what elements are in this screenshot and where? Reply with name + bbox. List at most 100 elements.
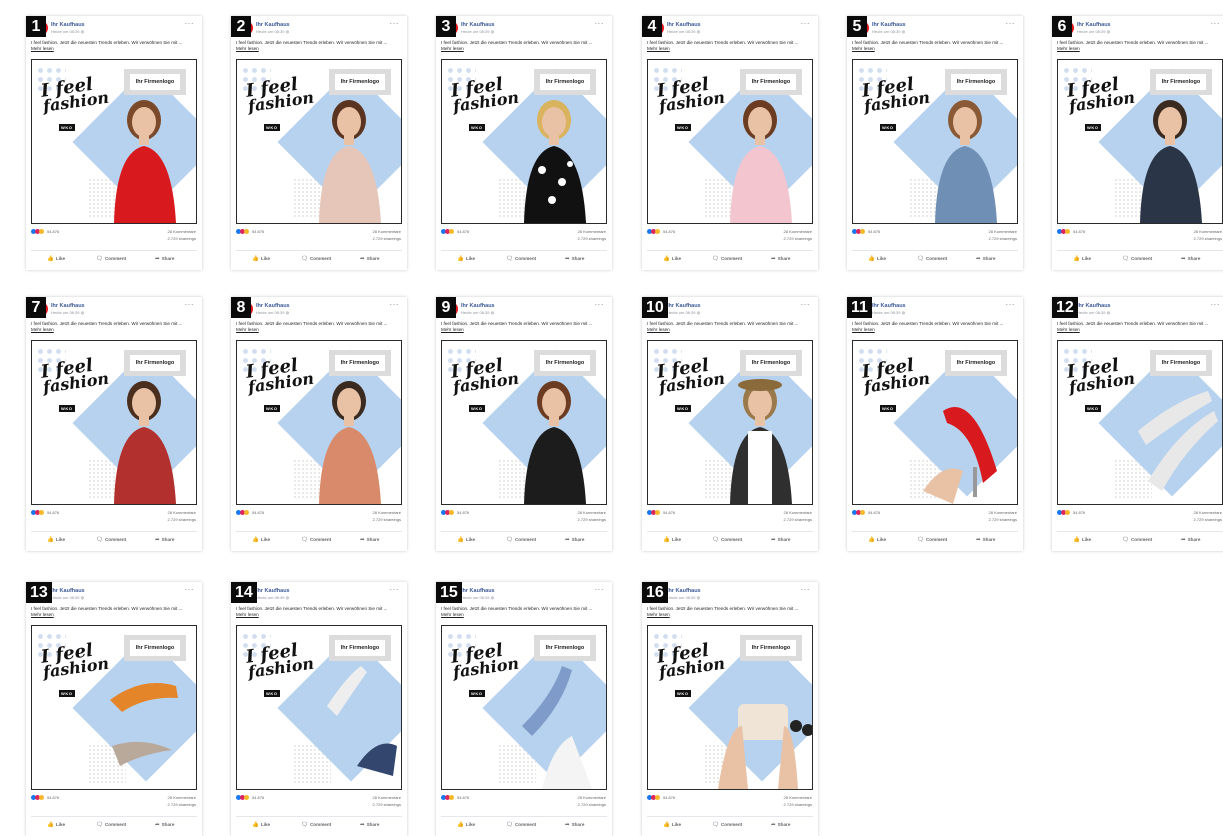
page-name-link[interactable]: Ihr Kaufhaus <box>461 22 495 28</box>
ad-image[interactable]: I feel fashion WKO Ihr Firmenlogo <box>31 625 197 790</box>
more-options-icon[interactable]: ··· <box>185 19 195 28</box>
ad-card[interactable]: 3 Ihr Kaufhaus Heute um 08:39 ◍ ··· I fe… <box>436 16 612 270</box>
shares-count[interactable]: 2.729 shareings <box>578 517 606 522</box>
more-options-icon[interactable]: ··· <box>801 19 811 28</box>
read-more-link[interactable]: Mehr lesen <box>236 327 259 332</box>
post-timestamp[interactable]: Heute um 08:39 ◍ <box>461 29 494 34</box>
ad-card[interactable]: 10 Ihr Kaufhaus Heute um 08:39 ◍ ··· I f… <box>642 297 818 551</box>
page-name-link[interactable]: Ihr Kaufhaus <box>872 22 906 28</box>
ad-image[interactable]: I feel fashion WKO Ihr Firmenlogo <box>1057 340 1223 505</box>
read-more-link[interactable]: Mehr lesen <box>852 46 875 51</box>
comments-count[interactable]: 28 Kommentare <box>578 795 606 800</box>
comment-button[interactable]: 🗨 Comment <box>1122 537 1152 543</box>
comment-button[interactable]: 🗨 Comment <box>301 256 331 262</box>
post-timestamp[interactable]: Heute um 08:39 ◍ <box>256 310 289 315</box>
ad-card[interactable]: 7 Ihr Kaufhaus Heute um 08:39 ◍ ··· I fe… <box>26 297 202 551</box>
like-button[interactable]: 👍 Like <box>252 537 270 543</box>
more-options-icon[interactable]: ··· <box>595 19 605 28</box>
read-more-link[interactable]: Mehr lesen <box>31 612 54 617</box>
like-button[interactable]: 👍 Like <box>47 537 65 543</box>
post-timestamp[interactable]: Heute um 08:39 ◍ <box>256 595 289 600</box>
comments-count[interactable]: 28 Kommentare <box>989 510 1017 515</box>
shares-count[interactable]: 2.729 shareings <box>168 802 196 807</box>
ad-card[interactable]: 6 Ihr Kaufhaus Heute um 08:39 ◍ ··· I fe… <box>1052 16 1223 270</box>
reactions-summary[interactable]: 54.876 <box>31 510 59 515</box>
more-options-icon[interactable]: ··· <box>390 585 400 594</box>
comments-count[interactable]: 28 Kommentare <box>168 795 196 800</box>
post-timestamp[interactable]: Heute um 08:39 ◍ <box>872 310 905 315</box>
page-name-link[interactable]: Ihr Kaufhaus <box>256 303 290 309</box>
post-timestamp[interactable]: Heute um 08:39 ◍ <box>667 29 700 34</box>
ad-image[interactable]: I feel fashion WKO Ihr Firmenlogo <box>852 59 1018 224</box>
read-more-link[interactable]: Mehr lesen <box>647 46 670 51</box>
comments-count[interactable]: 28 Kommentare <box>1194 229 1222 234</box>
share-button[interactable]: ➦ Share <box>976 537 995 543</box>
ad-image[interactable]: I feel fashion WKO Ihr Firmenlogo <box>441 625 607 790</box>
shares-count[interactable]: 2.729 shareings <box>1194 236 1222 241</box>
ad-card[interactable]: 5 Ihr Kaufhaus Heute um 08:39 ◍ ··· I fe… <box>847 16 1023 270</box>
like-button[interactable]: 👍 Like <box>457 822 475 828</box>
comment-button[interactable]: 🗨 Comment <box>96 537 126 543</box>
like-button[interactable]: 👍 Like <box>47 822 65 828</box>
ad-image[interactable]: I feel fashion WKO Ihr Firmenlogo <box>1057 59 1223 224</box>
ad-image[interactable]: I feel fashion WKO Ihr Firmenlogo <box>236 340 402 505</box>
more-options-icon[interactable]: ··· <box>185 585 195 594</box>
post-timestamp[interactable]: Heute um 08:39 ◍ <box>1077 29 1110 34</box>
ad-card[interactable]: 16 Ihr Kaufhaus Heute um 08:39 ◍ ··· I f… <box>642 582 818 836</box>
comments-count[interactable]: 28 Kommentare <box>373 510 401 515</box>
ad-card[interactable]: 15 Ihr Kaufhaus Heute um 08:39 ◍ ··· I f… <box>436 582 612 836</box>
share-button[interactable]: ➦ Share <box>360 256 379 262</box>
more-options-icon[interactable]: ··· <box>595 300 605 309</box>
reactions-summary[interactable]: 54.876 <box>1057 229 1085 234</box>
comments-count[interactable]: 28 Kommentare <box>168 510 196 515</box>
ad-image[interactable]: I feel fashion WKO Ihr Firmenlogo <box>647 59 813 224</box>
like-button[interactable]: 👍 Like <box>868 537 886 543</box>
share-button[interactable]: ➦ Share <box>155 822 174 828</box>
page-name-link[interactable]: Ihr Kaufhaus <box>667 303 701 309</box>
comments-count[interactable]: 28 Kommentare <box>989 229 1017 234</box>
shares-count[interactable]: 2.729 shareings <box>989 517 1017 522</box>
reactions-summary[interactable]: 54.876 <box>441 795 469 800</box>
share-button[interactable]: ➦ Share <box>360 537 379 543</box>
reactions-summary[interactable]: 54.876 <box>441 510 469 515</box>
shares-count[interactable]: 2.729 shareings <box>784 802 812 807</box>
ad-image[interactable]: I feel fashion WKO Ihr Firmenlogo <box>31 340 197 505</box>
reactions-summary[interactable]: 54.876 <box>647 229 675 234</box>
read-more-link[interactable]: Mehr lesen <box>647 327 670 332</box>
post-timestamp[interactable]: Heute um 08:39 ◍ <box>461 595 494 600</box>
read-more-link[interactable]: Mehr lesen <box>852 327 875 332</box>
comment-button[interactable]: 🗨 Comment <box>96 256 126 262</box>
ad-image[interactable]: I feel fashion WKO Ihr Firmenlogo <box>236 625 402 790</box>
more-options-icon[interactable]: ··· <box>1211 300 1221 309</box>
ad-image[interactable]: I feel fashion WKO Ihr Firmenlogo <box>647 625 813 790</box>
page-name-link[interactable]: Ihr Kaufhaus <box>667 22 701 28</box>
comments-count[interactable]: 28 Kommentare <box>578 510 606 515</box>
post-timestamp[interactable]: Heute um 08:39 ◍ <box>667 595 700 600</box>
more-options-icon[interactable]: ··· <box>1006 300 1016 309</box>
reactions-summary[interactable]: 54.876 <box>236 510 264 515</box>
like-button[interactable]: 👍 Like <box>457 537 475 543</box>
comment-button[interactable]: 🗨 Comment <box>506 537 536 543</box>
reactions-summary[interactable]: 54.876 <box>31 795 59 800</box>
more-options-icon[interactable]: ··· <box>390 19 400 28</box>
comments-count[interactable]: 28 Kommentare <box>168 229 196 234</box>
shares-count[interactable]: 2.729 shareings <box>373 236 401 241</box>
page-name-link[interactable]: Ihr Kaufhaus <box>51 22 85 28</box>
post-timestamp[interactable]: Heute um 08:39 ◍ <box>51 595 84 600</box>
ad-image[interactable]: I feel fashion WKO Ihr Firmenlogo <box>441 340 607 505</box>
post-timestamp[interactable]: Heute um 08:39 ◍ <box>461 310 494 315</box>
more-options-icon[interactable]: ··· <box>595 585 605 594</box>
comment-button[interactable]: 🗨 Comment <box>301 537 331 543</box>
page-name-link[interactable]: Ihr Kaufhaus <box>872 303 906 309</box>
reactions-summary[interactable]: 54.876 <box>647 795 675 800</box>
ad-card[interactable]: 14 Ihr Kaufhaus Heute um 08:39 ◍ ··· I f… <box>231 582 407 836</box>
read-more-link[interactable]: Mehr lesen <box>236 612 259 617</box>
shares-count[interactable]: 2.729 shareings <box>373 517 401 522</box>
ad-card[interactable]: 9 Ihr Kaufhaus Heute um 08:39 ◍ ··· I fe… <box>436 297 612 551</box>
comments-count[interactable]: 28 Kommentare <box>784 510 812 515</box>
ad-image[interactable]: I feel fashion WKO Ihr Firmenlogo <box>236 59 402 224</box>
share-button[interactable]: ➦ Share <box>1181 256 1200 262</box>
comments-count[interactable]: 28 Kommentare <box>784 795 812 800</box>
share-button[interactable]: ➦ Share <box>360 822 379 828</box>
share-button[interactable]: ➦ Share <box>1181 537 1200 543</box>
